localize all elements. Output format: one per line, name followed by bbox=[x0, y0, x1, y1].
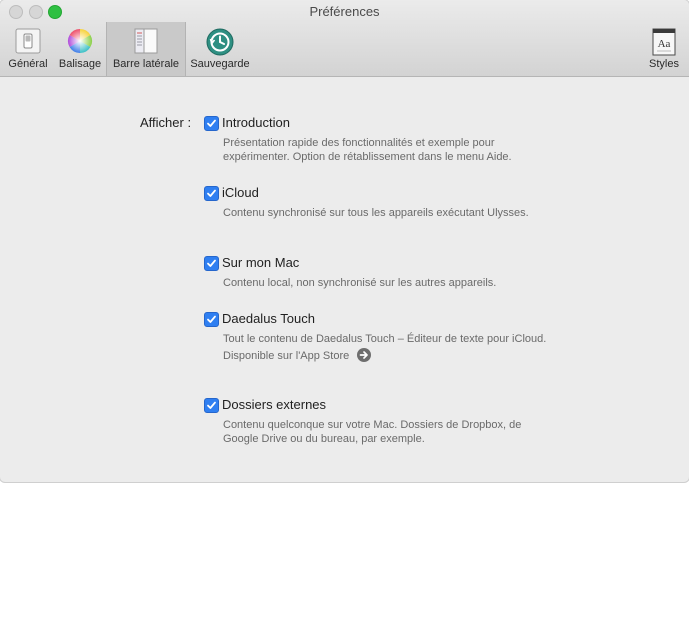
time-machine-icon bbox=[205, 27, 235, 60]
introduction-label[interactable]: Introduction bbox=[222, 115, 290, 130]
dossiers-externes-label[interactable]: Dossiers externes bbox=[222, 397, 326, 412]
color-wheel-icon bbox=[66, 27, 94, 58]
tab-general[interactable]: Général bbox=[5, 22, 51, 76]
preferences-window: Préférences Général Balisage Barre latér… bbox=[0, 0, 689, 482]
introduction-checkbox[interactable] bbox=[204, 116, 219, 131]
tab-styles-label: Styles bbox=[649, 58, 679, 70]
tab-sauvegarde[interactable]: Sauvegarde bbox=[187, 22, 253, 76]
daedalus-touch-description-text: Tout le contenu de Daedalus Touch – Édit… bbox=[223, 333, 547, 345]
window-title: Préférences bbox=[309, 4, 380, 19]
title-bar: Préférences Général Balisage Barre latér… bbox=[0, 0, 689, 77]
icloud-description: Contenu synchronisé sur tous les apparei… bbox=[223, 207, 529, 219]
daedalus-touch-description: Tout le contenu de Daedalus Touch – Édit… bbox=[223, 332, 553, 363]
app-store-link-label[interactable]: Disponible sur l'App Store bbox=[223, 350, 349, 362]
icloud-checkbox[interactable] bbox=[204, 186, 219, 201]
tab-balisage[interactable]: Balisage bbox=[55, 22, 105, 76]
daedalus-touch-checkbox[interactable] bbox=[204, 312, 219, 327]
sur-mon-mac-label[interactable]: Sur mon Mac bbox=[222, 255, 299, 270]
tab-sauvegarde-label: Sauvegarde bbox=[190, 58, 250, 70]
styles-icon: Aa bbox=[650, 27, 678, 60]
dossiers-externes-description: Contenu quelconque sur votre Mac. Dossie… bbox=[223, 419, 522, 445]
dossiers-externes-checkbox[interactable] bbox=[204, 398, 219, 413]
introduction-description: Présentation rapide des fonctionnalités … bbox=[223, 137, 512, 163]
daedalus-touch-label[interactable]: Daedalus Touch bbox=[222, 311, 315, 326]
tab-balisage-label: Balisage bbox=[58, 58, 102, 70]
tab-barre-laterale-label: Barre latérale bbox=[112, 58, 180, 70]
app-store-link[interactable]: Disponible sur l'App Store bbox=[223, 348, 372, 363]
tab-general-label: Général bbox=[8, 58, 48, 70]
tab-styles[interactable]: Aa Styles bbox=[644, 22, 684, 76]
show-label: Afficher : bbox=[140, 115, 192, 130]
switch-icon bbox=[14, 27, 42, 58]
sidebar-icon bbox=[132, 27, 160, 58]
svg-text:Aa: Aa bbox=[658, 38, 671, 50]
arrow-right-circle-icon[interactable] bbox=[357, 348, 372, 362]
sur-mon-mac-checkbox[interactable] bbox=[204, 256, 219, 271]
tab-barre-laterale[interactable]: Barre latérale bbox=[106, 22, 186, 76]
icloud-label[interactable]: iCloud bbox=[222, 185, 259, 200]
sur-mon-mac-description: Contenu local, non synchronisé sur les a… bbox=[223, 277, 497, 289]
